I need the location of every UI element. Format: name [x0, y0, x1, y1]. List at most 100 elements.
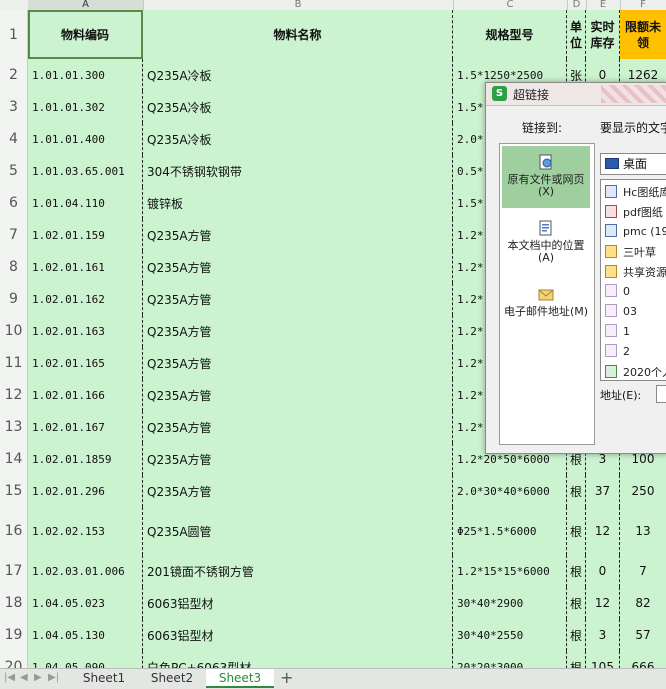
file-list-item[interactable]: pmc (19 [605, 224, 666, 238]
unit-cell[interactable]: 根 [567, 475, 586, 507]
row-number[interactable]: 15 [0, 475, 28, 507]
material-code-cell[interactable]: 1.02.01.1859 [28, 443, 143, 475]
material-code-cell[interactable]: 1.02.01.296 [28, 475, 143, 507]
material-name-cell[interactable]: Q235A方管 [143, 379, 453, 411]
material-name-cell[interactable]: 6063铝型材 [143, 587, 453, 619]
row-number[interactable]: 20 [0, 651, 28, 668]
material-name-cell[interactable]: Q235A方管 [143, 251, 453, 283]
unit-cell[interactable]: 根 [567, 587, 586, 619]
row-number[interactable]: 12 [0, 379, 28, 411]
material-code-cell[interactable]: 1.02.01.167 [28, 411, 143, 443]
row-number[interactable]: 14 [0, 443, 28, 475]
material-name-cell[interactable]: Q235A方管 [143, 315, 453, 347]
header-realtime-stock[interactable]: 实时库存 [586, 10, 620, 59]
stock-cell[interactable]: 12 [586, 587, 620, 619]
file-list-item[interactable]: Hc图纸库 [605, 184, 666, 200]
row-number[interactable]: 5 [0, 155, 28, 187]
quota-cell[interactable]: 7 [620, 555, 666, 587]
material-code-cell[interactable]: 1.02.02.153 [28, 507, 143, 555]
spec-model-cell[interactable]: 1.2*15*15*6000 [453, 555, 567, 587]
row-number[interactable]: 16 [0, 507, 28, 555]
material-name-cell[interactable]: Q235A冷板 [143, 59, 453, 91]
header-unit[interactable]: 单位 [567, 10, 586, 59]
material-code-cell[interactable]: 1.04.05.023 [28, 587, 143, 619]
material-code-cell[interactable]: 1.02.01.161 [28, 251, 143, 283]
link-type-email[interactable]: 电子邮件地址(M) [502, 286, 590, 346]
material-name-cell[interactable]: Q235A方管 [143, 411, 453, 443]
material-name-cell[interactable]: 201镜面不锈钢方管 [143, 555, 453, 587]
header-spec-model[interactable]: 规格型号 [453, 10, 567, 59]
material-code-cell[interactable]: 1.02.01.166 [28, 379, 143, 411]
material-code-cell[interactable]: 1.01.04.110 [28, 187, 143, 219]
material-name-cell[interactable]: Q235A方管 [143, 283, 453, 315]
first-sheet-icon[interactable]: |◀ [4, 672, 15, 683]
material-code-cell[interactable]: 1.02.03.01.006 [28, 555, 143, 587]
row-number[interactable]: 2 [0, 59, 28, 91]
spec-model-cell[interactable]: 30*40*2550 [453, 619, 567, 651]
material-name-cell[interactable]: 白色PC+6063型材 [143, 651, 453, 668]
material-name-cell[interactable]: Q235A方管 [143, 347, 453, 379]
material-name-cell[interactable]: 6063铝型材 [143, 619, 453, 651]
dialog-title-bar[interactable]: S 超链接 [486, 83, 666, 106]
material-code-cell[interactable]: 1.01.01.300 [28, 59, 143, 91]
add-sheet-button[interactable]: + [280, 668, 293, 687]
material-code-cell[interactable]: 1.04.05.130 [28, 619, 143, 651]
quota-cell[interactable]: 13 [620, 507, 666, 555]
row-number[interactable]: 9 [0, 283, 28, 315]
tab-sheet2[interactable]: Sheet2 [138, 669, 206, 688]
unit-cell[interactable]: 根 [567, 507, 586, 555]
file-list-item[interactable]: 0 [605, 284, 630, 298]
file-list-item[interactable]: 2 [605, 344, 630, 358]
material-code-cell[interactable]: 1.02.01.163 [28, 315, 143, 347]
stock-cell[interactable]: 12 [586, 507, 620, 555]
address-input[interactable] [656, 385, 666, 403]
material-code-cell[interactable]: 1.02.01.165 [28, 347, 143, 379]
row-number[interactable]: 10 [0, 315, 28, 347]
file-list-item[interactable]: 1 [605, 324, 630, 338]
stock-cell[interactable]: 37 [586, 475, 620, 507]
stock-cell[interactable]: 105 [586, 651, 620, 668]
link-type-existing-file[interactable]: 原有文件或网页(X) [502, 146, 590, 208]
spec-model-cell[interactable]: Φ25*1.5*6000 [453, 507, 567, 555]
material-name-cell[interactable]: Q235A冷板 [143, 123, 453, 155]
stock-cell[interactable]: 0 [586, 555, 620, 587]
prev-sheet-icon[interactable]: ◀ [20, 672, 28, 683]
material-name-cell[interactable]: Q235A圆管 [143, 507, 453, 555]
material-name-cell[interactable]: Q235A冷板 [143, 91, 453, 123]
header-material-name[interactable]: 物料名称 [143, 10, 453, 59]
file-list[interactable]: Hc图纸库 pdf图纸 pmc (19 三叶草共享资源 0 03 1 2 2020个人 [600, 179, 666, 381]
material-name-cell[interactable]: 304不锈钢软钢带 [143, 155, 453, 187]
file-list-item[interactable]: 三叶草 [605, 244, 656, 260]
material-name-cell[interactable]: Q235A方管 [143, 475, 453, 507]
row-number[interactable]: 13 [0, 411, 28, 443]
row-number[interactable]: 11 [0, 347, 28, 379]
quota-cell[interactable]: 82 [620, 587, 666, 619]
stock-cell[interactable]: 3 [586, 619, 620, 651]
spec-model-cell[interactable]: 20*20*3000 [453, 651, 567, 668]
link-type-document-place[interactable]: 本文档中的位置(A) [502, 220, 590, 280]
column-header-a[interactable]: A [28, 0, 144, 10]
unit-cell[interactable]: 根 [567, 619, 586, 651]
row-number[interactable]: 6 [0, 187, 28, 219]
column-header-f[interactable]: F [620, 0, 666, 10]
material-code-cell[interactable]: 1.01.03.65.001 [28, 155, 143, 187]
quota-cell[interactable]: 57 [620, 619, 666, 651]
header-material-code[interactable]: 物料编码 [28, 10, 143, 59]
material-code-cell[interactable]: 1.04.05.090 [28, 651, 143, 668]
row-number[interactable]: 18 [0, 587, 28, 619]
row-number[interactable]: 19 [0, 619, 28, 651]
row-number[interactable]: 7 [0, 219, 28, 251]
tab-sheet1[interactable]: Sheet1 [70, 669, 138, 688]
spec-model-cell[interactable]: 30*40*2900 [453, 587, 567, 619]
next-sheet-icon[interactable]: ▶ [34, 672, 42, 683]
row-number[interactable]: 4 [0, 123, 28, 155]
unit-cell[interactable]: 根 [567, 555, 586, 587]
file-list-item[interactable]: pdf图纸 [605, 204, 663, 220]
header-quota-unclaimed[interactable]: 限额未领 [620, 10, 666, 59]
file-list-item[interactable]: 共享资源 [605, 264, 666, 280]
column-header-e[interactable]: E [586, 0, 621, 10]
column-header-d[interactable]: D [567, 0, 587, 10]
quota-cell[interactable]: 250 [620, 475, 666, 507]
unit-cell[interactable]: 根 [567, 651, 586, 668]
row-number[interactable]: 8 [0, 251, 28, 283]
